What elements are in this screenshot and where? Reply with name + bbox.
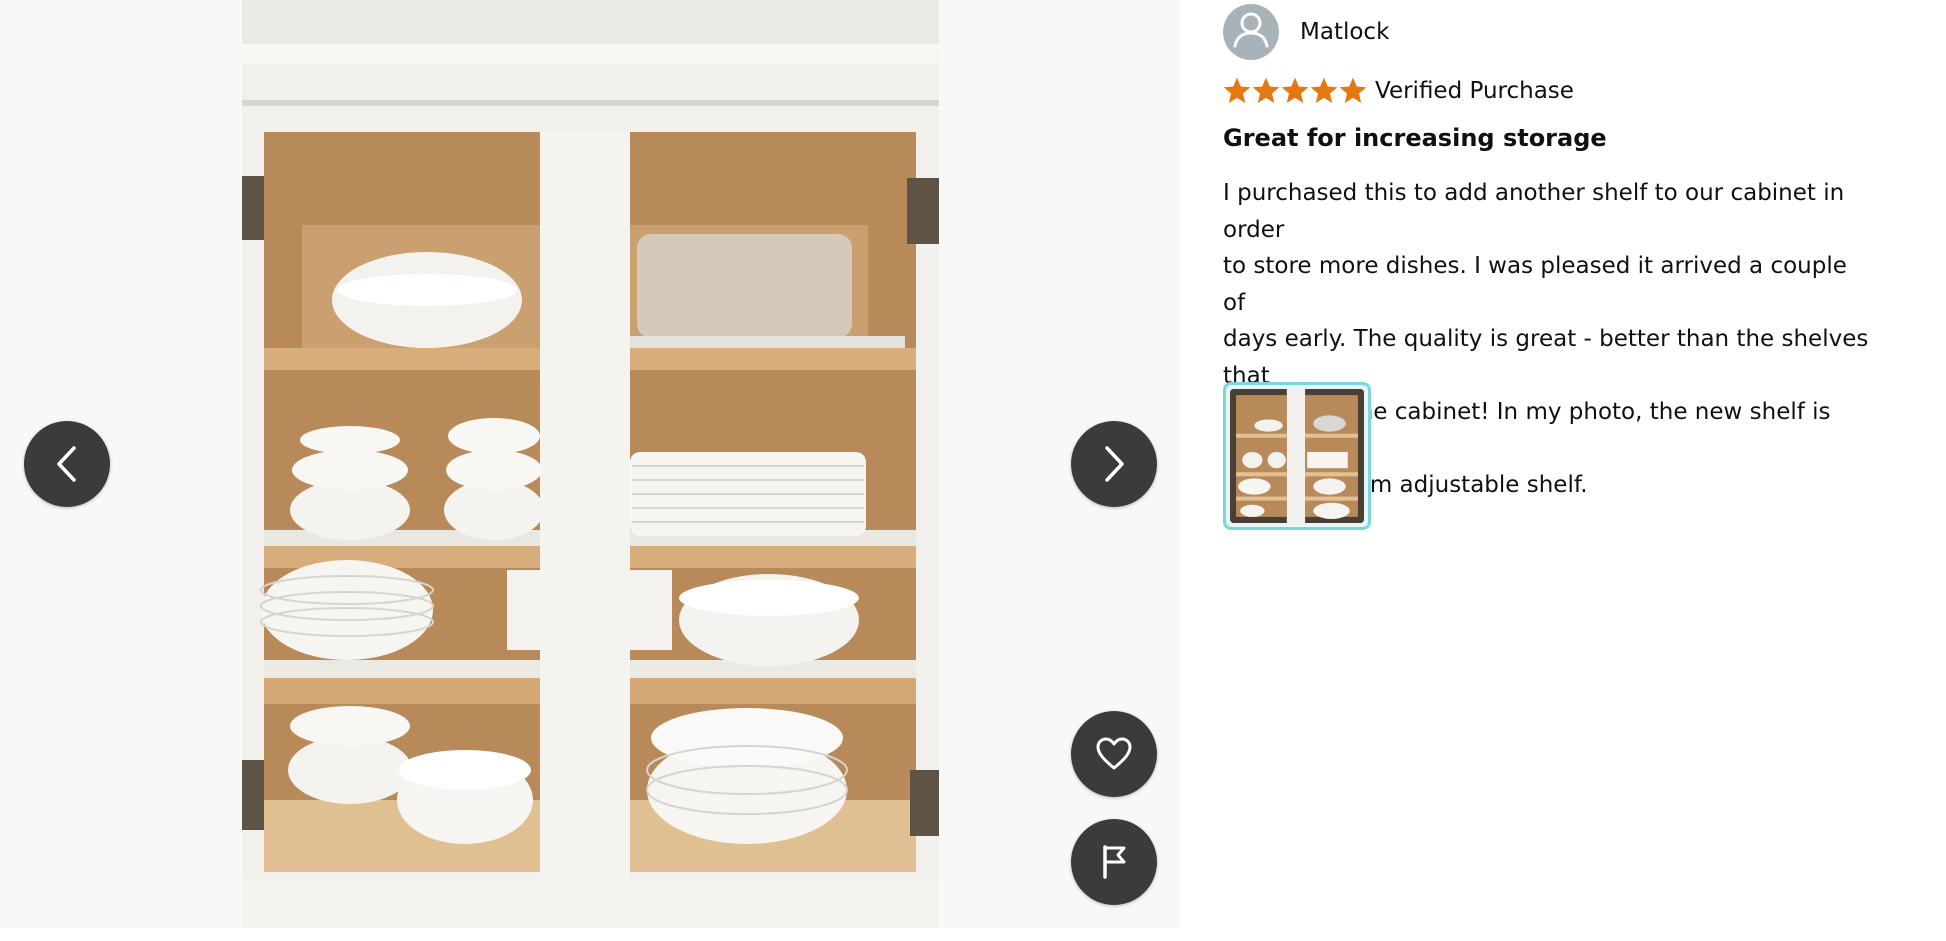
verified-purchase-badge: Verified Purchase (1375, 78, 1574, 104)
star-icon (1339, 77, 1367, 103)
user-silhouette-icon (1223, 4, 1279, 60)
review-body-line: I purchased this to add another shelf to… (1223, 180, 1845, 243)
star-rating (1223, 77, 1367, 105)
review-title: Great for increasing storage (1223, 124, 1607, 152)
report-button[interactable] (1071, 819, 1157, 905)
star-icon (1252, 77, 1280, 103)
star-icon (1223, 77, 1251, 103)
reviewer-name[interactable]: Matlock (1300, 19, 1389, 45)
avatar[interactable] (1223, 3, 1279, 60)
cabinet-photo-illustration (242, 0, 939, 928)
media-viewer (0, 0, 1180, 928)
review-photo (242, 0, 939, 928)
flag-icon (1099, 844, 1129, 880)
rating-row: Verified Purchase (1223, 75, 1574, 107)
chevron-left-icon (52, 444, 82, 484)
previous-image-button[interactable] (24, 421, 110, 507)
next-image-button[interactable] (1071, 421, 1157, 507)
reviewer-profile[interactable]: Matlock (1223, 3, 1389, 60)
chevron-right-icon (1099, 444, 1129, 484)
review-body-line: to store more dishes. I was pleased it a… (1223, 253, 1847, 316)
like-button[interactable] (1071, 711, 1157, 797)
review-image-thumbnail[interactable] (1223, 382, 1371, 530)
star-icon (1281, 77, 1309, 103)
review-body-line: days early. The quality is great - bette… (1223, 326, 1869, 389)
thumbnail-image (1230, 389, 1364, 523)
star-icon (1310, 77, 1338, 103)
heart-outline-icon (1095, 737, 1133, 771)
